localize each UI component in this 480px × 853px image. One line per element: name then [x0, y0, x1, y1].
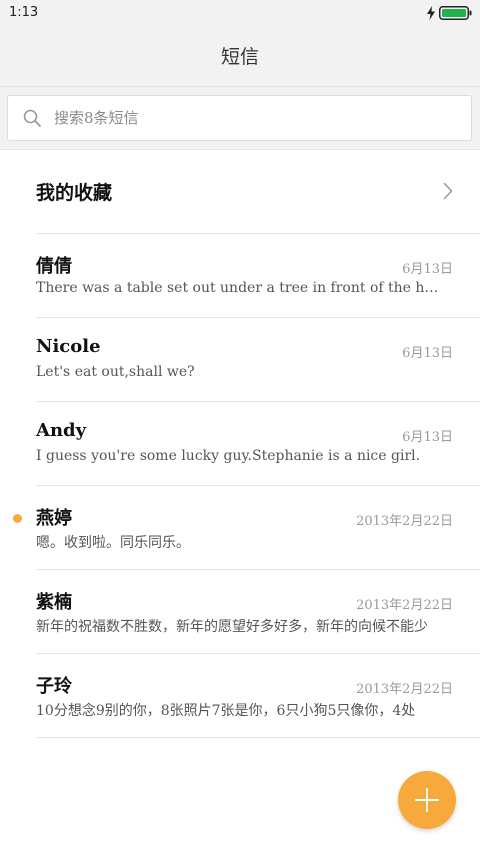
status-bar: 1:13 [0, 0, 480, 26]
message-date: 6月13日 [402, 346, 453, 361]
message-row[interactable]: 燕婷 2013年2月22日 嗯。收到啦。同乐同乐。 [0, 486, 480, 570]
message-date: 6月13日 [402, 262, 453, 277]
chevron-right-icon [443, 182, 453, 200]
contact-name: Andy [36, 420, 87, 441]
contact-name: 倩倩 [36, 256, 72, 277]
plus-icon [415, 788, 439, 812]
app-header: 短信 [0, 26, 480, 87]
message-row[interactable]: 倩倩 6月13日 There was a table set out under… [0, 234, 480, 318]
search-input[interactable] [54, 105, 454, 131]
battery-icon [439, 6, 472, 20]
message-preview: 嗯。收到啦。同乐同乐。 [36, 535, 190, 551]
status-time: 1:13 [9, 5, 39, 20]
search-box[interactable] [7, 95, 472, 141]
search-area [0, 87, 480, 150]
contact-name: 子玲 [36, 676, 72, 697]
message-date: 2013年2月22日 [356, 514, 453, 529]
contact-name: Nicole [36, 336, 101, 357]
message-date: 2013年2月22日 [356, 598, 453, 613]
message-row[interactable]: Andy 6月13日 I guess you're some lucky guy… [0, 402, 480, 486]
message-preview: Let's eat out,shall we? [36, 364, 195, 380]
message-preview: 新年的祝福数不胜数，新年的愿望好多好多，新年的向候不能少 [36, 619, 428, 635]
message-row[interactable]: Nicole 6月13日 Let's eat out,shall we? [0, 318, 480, 402]
message-date: 6月13日 [402, 430, 453, 445]
contact-name: 燕婷 [36, 508, 72, 529]
unread-dot-icon [13, 514, 22, 523]
contact-name: 紫楠 [36, 592, 72, 613]
message-preview: I guess you're some lucky guy.Stephanie … [36, 448, 421, 464]
message-preview: 10分想念9别的你，8张照片7张是你，6只小狗5只像你，4处 [36, 703, 416, 719]
message-date: 2013年2月22日 [356, 682, 453, 697]
status-icons [426, 6, 472, 20]
message-preview: There was a table set out under a tree i… [36, 280, 446, 296]
new-message-button[interactable] [398, 771, 456, 829]
message-list: 倩倩 6月13日 There was a table set out under… [0, 234, 480, 738]
message-row[interactable]: 紫楠 2013年2月22日 新年的祝福数不胜数，新年的愿望好多好多，新年的向候不… [0, 570, 480, 654]
message-row[interactable]: 子玲 2013年2月22日 10分想念9别的你，8张照片7张是你，6只小狗5只像… [0, 654, 480, 738]
search-icon [23, 109, 41, 127]
charging-bolt-icon [427, 6, 435, 20]
favorites-row[interactable]: 我的收藏 [0, 150, 480, 233]
page-title: 短信 [220, 46, 259, 68]
favorites-label: 我的收藏 [36, 182, 113, 204]
